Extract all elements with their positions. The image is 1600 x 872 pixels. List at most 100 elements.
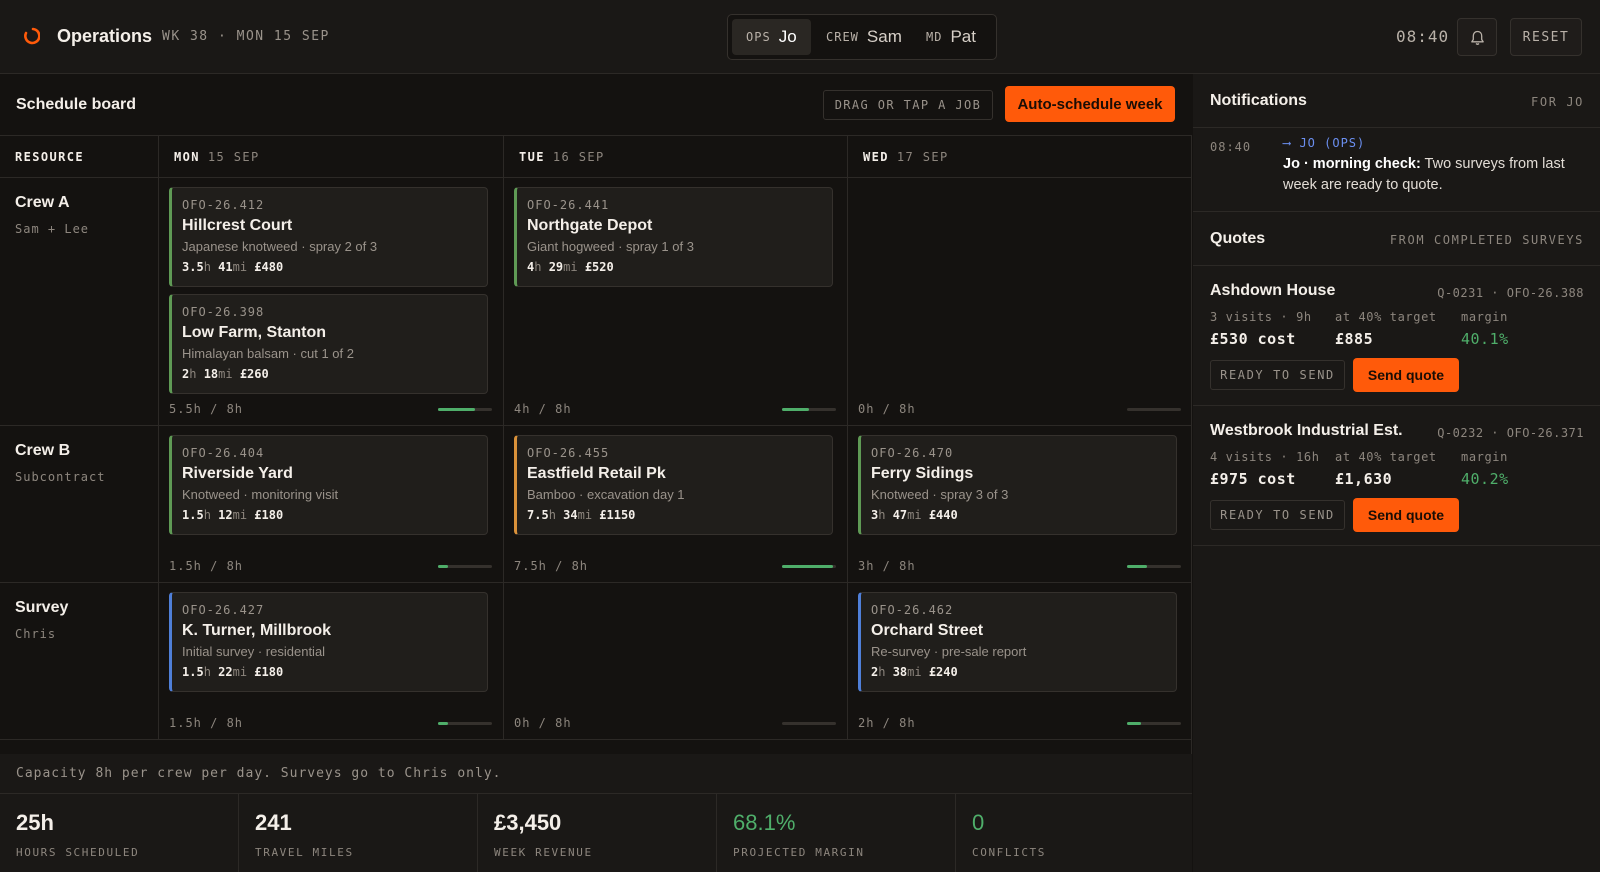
quote-target-col: at 40% target £1,630 bbox=[1335, 450, 1437, 488]
job-stats: 2h 18mi £260 bbox=[182, 367, 477, 381]
schedule-board: Schedule board DRAG OR TAP A JOB Auto-sc… bbox=[0, 74, 1192, 872]
job-price: £180 bbox=[254, 665, 284, 679]
job-card[interactable]: OFO-26.404 Riverside Yard Knotweed · monit… bbox=[169, 435, 488, 535]
capacity-fill bbox=[782, 565, 833, 568]
quote-ref: Q-0232 · OFO-26.371 bbox=[1437, 426, 1584, 440]
stat-label: TRAVEL MILES bbox=[255, 846, 354, 859]
quote-target: £1,630 bbox=[1335, 470, 1393, 488]
job-miles: 34 bbox=[563, 508, 578, 522]
role-tag: CREW bbox=[826, 30, 859, 44]
capacity-bar bbox=[438, 565, 492, 568]
notifications-title: Notifications bbox=[1210, 92, 1307, 109]
stat-conflicts: 0 CONFLICTS bbox=[956, 794, 1192, 872]
role-name: Sam bbox=[866, 27, 902, 46]
notifications-button[interactable] bbox=[1457, 18, 1497, 56]
job-card[interactable]: OFO-26.441 Northgate Depot Giant hogweed ·… bbox=[514, 187, 833, 287]
day-cell[interactable]: 0h / 8h bbox=[504, 583, 848, 740]
job-card[interactable]: OFO-26.427 K. Turner, Millbrook Initial su… bbox=[169, 592, 488, 692]
capacity-label: 3h / 8h bbox=[858, 559, 916, 573]
quote-name: Ashdown House bbox=[1210, 282, 1336, 299]
unit-label: h bbox=[548, 508, 564, 522]
quote-margin-col: margin 40.2% bbox=[1461, 450, 1509, 488]
unit-label: mi bbox=[232, 665, 255, 679]
app-logo-icon bbox=[24, 27, 40, 45]
day-date: 16 SEP bbox=[552, 149, 605, 164]
drag-hint: DRAG OR TAP A JOB bbox=[823, 90, 993, 120]
capacity-bar bbox=[782, 565, 836, 568]
capacity-label: 1.5h / 8h bbox=[169, 559, 244, 573]
resource-header-label: RESOURCE bbox=[15, 149, 84, 164]
capacity-footnote: Capacity 8h per crew per day. Surveys go… bbox=[0, 754, 1192, 794]
quote-visits: 4 visits · 16h bbox=[1210, 450, 1320, 464]
job-card[interactable]: OFO-26.462 Orchard Street Re-survey · pre-… bbox=[858, 592, 1177, 692]
job-name: Riverside Yard bbox=[182, 465, 293, 482]
stat-revenue: £3,450 WEEK REVENUE bbox=[478, 794, 717, 872]
job-desc: Giant hogweed · spray 1 of 3 bbox=[527, 239, 694, 254]
capacity-fill bbox=[782, 408, 809, 411]
job-id: OFO-26.398 bbox=[182, 305, 265, 319]
day-cell[interactable]: OFO-26.441 Northgate Depot Giant hogweed ·… bbox=[504, 178, 848, 426]
unit-label: mi bbox=[577, 508, 600, 522]
resource-column-header: RESOURCE bbox=[0, 136, 159, 178]
day-date: 15 SEP bbox=[207, 149, 260, 164]
capacity-label: 0h / 8h bbox=[858, 402, 916, 416]
stat-hours: 25h HOURS SCHEDULED bbox=[0, 794, 239, 872]
unit-label: h bbox=[878, 665, 893, 679]
unit-label: mi bbox=[907, 665, 929, 679]
capacity-fill bbox=[1127, 722, 1141, 725]
day-dow: TUE bbox=[519, 149, 545, 164]
auto-schedule-button[interactable]: Auto-schedule week bbox=[1005, 86, 1175, 122]
role-switcher: OPS Jo CREW Sam MD Pat bbox=[727, 14, 997, 60]
quote-margin: 40.2% bbox=[1461, 470, 1509, 488]
day-cell[interactable]: OFO-26.455 Eastfield Retail Pk Bamboo · ex… bbox=[504, 426, 848, 583]
day-cell[interactable]: OFO-26.462 Orchard Street Re-survey · pre-… bbox=[848, 583, 1192, 740]
notifications-meta: FOR JO bbox=[1531, 95, 1584, 109]
unit-label: mi bbox=[232, 260, 255, 274]
job-name: Hillcrest Court bbox=[182, 217, 293, 234]
quote-status-badge: READY TO SEND bbox=[1210, 360, 1345, 390]
job-id: OFO-26.404 bbox=[182, 446, 265, 460]
job-card[interactable]: OFO-26.412 Hillcrest Court Japanese knotwe… bbox=[169, 187, 488, 287]
capacity-bar bbox=[438, 722, 492, 725]
day-dow: MON bbox=[174, 149, 200, 164]
quote-target: £885 bbox=[1335, 330, 1374, 348]
role-crew[interactable]: CREW Sam bbox=[812, 19, 916, 55]
job-card[interactable]: OFO-26.470 Ferry Sidings Knotweed · spray … bbox=[858, 435, 1177, 535]
job-card[interactable]: OFO-26.455 Eastfield Retail Pk Bamboo · ex… bbox=[514, 435, 833, 535]
reset-button[interactable]: RESET bbox=[1510, 18, 1582, 56]
day-cell[interactable]: OFO-26.412 Hillcrest Court Japanese knotwe… bbox=[159, 178, 504, 426]
stat-value: 0 bbox=[972, 810, 985, 835]
job-stats: 3h 47mi £440 bbox=[871, 508, 1166, 522]
stat-value: £3,450 bbox=[494, 810, 562, 835]
job-card[interactable]: OFO-26.398 Low Farm, Stanton Himalayan bal… bbox=[169, 294, 488, 394]
send-quote-button[interactable]: Send quote bbox=[1353, 358, 1459, 392]
day-cell[interactable]: OFO-26.404 Riverside Yard Knotweed · monit… bbox=[159, 426, 504, 583]
job-price: £260 bbox=[239, 367, 269, 381]
capacity-bar bbox=[1127, 408, 1181, 411]
job-name: Orchard Street bbox=[871, 622, 984, 639]
day-cell[interactable]: OFO-26.470 Ferry Sidings Knotweed · spray … bbox=[848, 426, 1192, 583]
job-miles: 22 bbox=[218, 665, 233, 679]
role-ops[interactable]: OPS Jo bbox=[732, 19, 811, 55]
job-name: Low Farm, Stanton bbox=[182, 324, 326, 341]
send-quote-button[interactable]: Send quote bbox=[1353, 498, 1459, 532]
notification-text: Jo · morning check: Two surveys from las… bbox=[1283, 154, 1588, 196]
quote-visits: 3 visits · 9h bbox=[1210, 310, 1312, 324]
stat-label: CONFLICTS bbox=[972, 846, 1047, 859]
capacity-bar bbox=[1127, 722, 1181, 725]
job-id: OFO-26.470 bbox=[871, 446, 954, 460]
job-stats: 4h 29mi £520 bbox=[527, 260, 822, 274]
day-cell[interactable]: OFO-26.427 K. Turner, Millbrook Initial su… bbox=[159, 583, 504, 740]
job-stats: 1.5h 12mi £180 bbox=[182, 508, 477, 522]
notification-item[interactable]: 08:40 ⟶ JO (OPS) Jo · morning check: Two… bbox=[1193, 128, 1600, 212]
unit-label: h bbox=[534, 260, 549, 274]
role-md[interactable]: MD Pat bbox=[912, 19, 990, 55]
capacity-label: 2h / 8h bbox=[858, 716, 916, 730]
day-cell[interactable]: 0h / 8h bbox=[848, 178, 1192, 426]
job-name: K. Turner, Millbrook bbox=[182, 622, 332, 639]
role-tag: OPS bbox=[746, 30, 771, 44]
capacity-bar bbox=[782, 722, 836, 725]
role-tag: MD bbox=[926, 30, 943, 44]
job-hours: 3.5 bbox=[182, 260, 204, 274]
unit-label: mi bbox=[218, 367, 240, 381]
